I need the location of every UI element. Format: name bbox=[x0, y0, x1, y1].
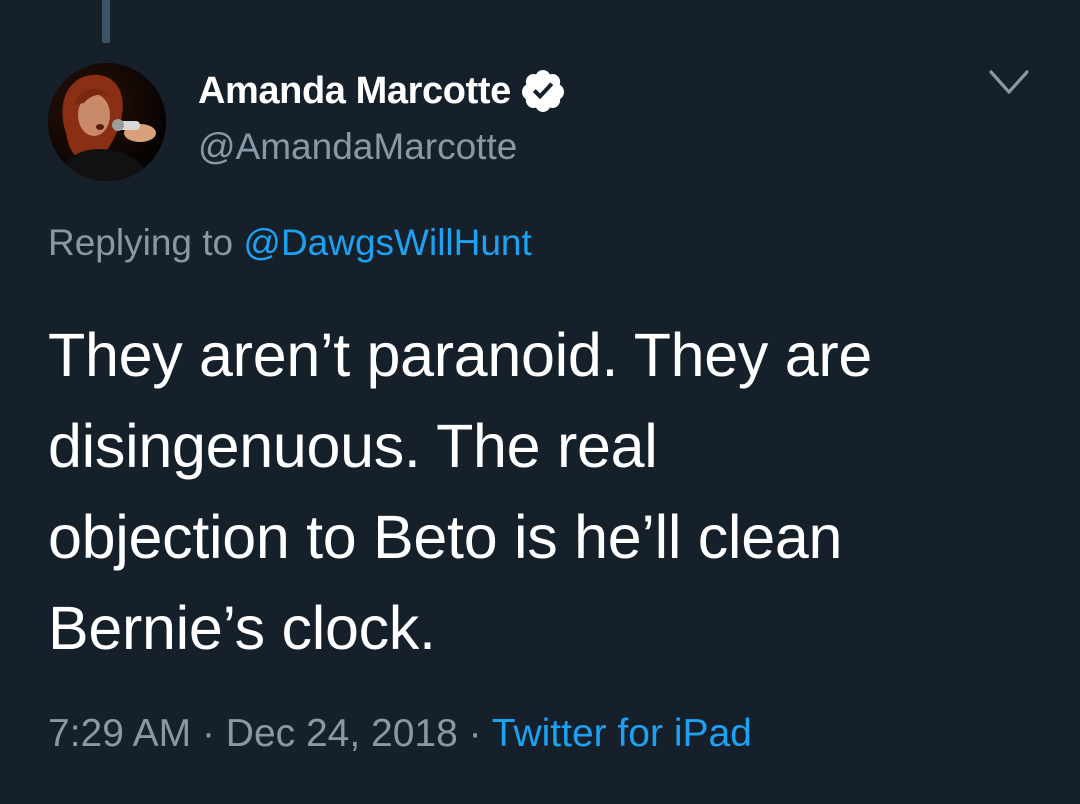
tweet-text: They aren’t paranoid. They are disingenu… bbox=[48, 310, 1048, 674]
chevron-down-icon[interactable] bbox=[987, 66, 1031, 102]
replying-to-label: Replying to bbox=[48, 222, 234, 263]
tweet-time[interactable]: 7:29 AM bbox=[48, 712, 191, 755]
replying-to: Replying to @DawgsWillHunt bbox=[48, 222, 532, 264]
avatar[interactable] bbox=[48, 63, 166, 181]
author-handle[interactable]: @AmandaMarcotte bbox=[198, 126, 517, 168]
verified-badge-icon bbox=[521, 70, 564, 112]
tweet-metadata: 7:29 AM · Dec 24, 2018 · Twitter for iPa… bbox=[48, 712, 752, 756]
thread-connector-line bbox=[102, 0, 110, 43]
meta-separator: · bbox=[201, 712, 215, 755]
tweet-text-line: disingenuous. The real bbox=[48, 412, 658, 480]
tweet-text-line: objection to Beto is he’ll clean bbox=[48, 503, 843, 571]
tweet-text-line: Bernie’s clock. bbox=[48, 594, 436, 662]
author-name-row: Amanda Marcotte bbox=[198, 68, 567, 114]
display-name[interactable]: Amanda Marcotte bbox=[198, 70, 511, 113]
replying-to-user-link[interactable]: @DawgsWillHunt bbox=[243, 222, 531, 263]
tweet-text-line: They aren’t paranoid. They are bbox=[48, 321, 873, 389]
tweet-source-link[interactable]: Twitter for iPad bbox=[492, 712, 752, 755]
meta-separator: · bbox=[468, 712, 482, 755]
tweet-date[interactable]: Dec 24, 2018 bbox=[226, 712, 458, 755]
